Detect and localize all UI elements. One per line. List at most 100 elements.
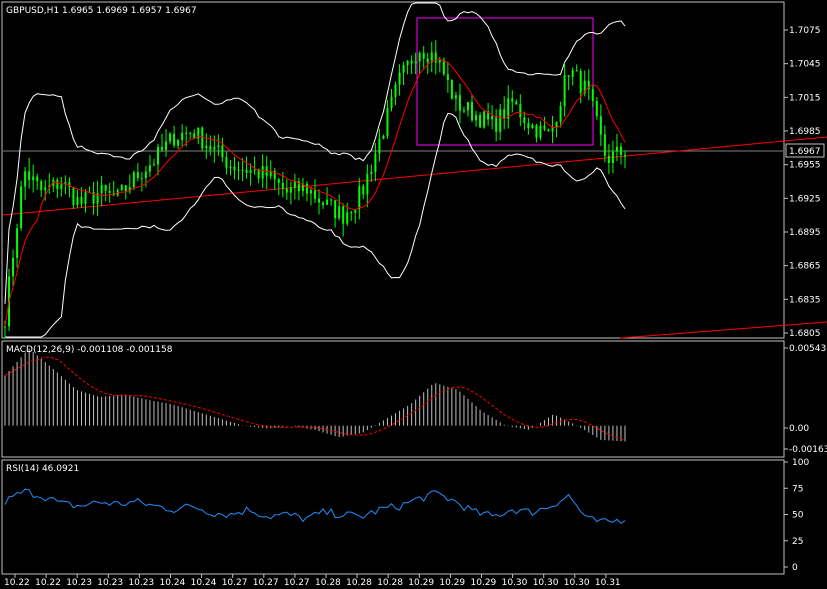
candle-body [418, 52, 421, 62]
candle-body [326, 199, 329, 205]
x-tick-label: 10.22 [4, 578, 30, 588]
candle-body [40, 181, 43, 191]
candle-body [406, 60, 409, 66]
candle-body [402, 65, 405, 73]
candle-body [394, 84, 397, 97]
candle-body [362, 185, 365, 195]
candle-body [334, 200, 337, 219]
candle-body [370, 171, 373, 175]
candle-body [217, 145, 220, 147]
candle-body [148, 165, 151, 172]
candle-body [221, 145, 224, 158]
candle-body [4, 326, 6, 328]
candle-body [426, 58, 429, 63]
candle-body [454, 95, 457, 99]
candle-body [72, 187, 75, 205]
candle-body [398, 72, 401, 85]
candle-body [462, 110, 465, 112]
candle-body [20, 186, 23, 229]
candle-body [591, 89, 594, 102]
candle-body [152, 164, 155, 166]
candle-body [80, 197, 83, 204]
x-tick-label: 10.30 [502, 578, 528, 588]
candle-body [535, 124, 538, 138]
x-tick-label: 10.23 [97, 578, 123, 588]
candle-body [619, 146, 622, 155]
candle-body [374, 153, 377, 172]
candle-body [475, 115, 478, 121]
rsi-y-tick-label: 75 [792, 484, 803, 494]
main-y-tick-label: 1.6925 [789, 194, 821, 204]
candle-body [422, 52, 425, 59]
candle-body [358, 185, 361, 210]
candle-body [205, 145, 208, 149]
candle-body [213, 146, 216, 150]
candle-body [285, 188, 288, 193]
candle-body [293, 181, 296, 188]
candle-body [519, 104, 522, 118]
candle-body [414, 61, 417, 64]
candle-body [169, 133, 172, 142]
x-tick-label: 10.23 [128, 578, 154, 588]
candle-body [515, 101, 518, 105]
x-tick-label: 10.23 [66, 578, 92, 588]
candle-body [124, 185, 127, 192]
candle-body [531, 124, 534, 129]
candle-body [173, 133, 176, 146]
chart-canvas: GBPUSD,H1 1.6965 1.6969 1.6957 1.6967 MA… [0, 0, 827, 589]
x-tick-label: 10.24 [191, 578, 217, 588]
candle-body [386, 108, 389, 136]
candle-body [177, 139, 180, 146]
x-tick-label: 10.22 [35, 578, 61, 588]
candle-body [44, 187, 47, 191]
candle-body [338, 206, 341, 219]
candle-body [305, 183, 308, 194]
candle-body [132, 172, 135, 188]
candle-body [539, 125, 542, 138]
main-y-tick-label: 1.6955 [789, 161, 821, 171]
main-y-tick-label: 1.6805 [789, 329, 821, 339]
candle-body [261, 166, 264, 179]
candle-body [120, 185, 123, 191]
candle-body [253, 169, 256, 171]
candle-body [446, 74, 449, 80]
x-tick-label: 10.29 [471, 578, 497, 588]
rsi-y-tick-label: 100 [792, 458, 809, 468]
candle-body [466, 102, 469, 111]
candle-body [314, 190, 316, 199]
candle-body [233, 166, 236, 171]
candle-body [165, 141, 168, 150]
main-y-tick-label: 1.6985 [789, 127, 821, 137]
x-tick-label: 10.29 [408, 578, 434, 588]
candle-body [624, 154, 626, 157]
candle-body [209, 145, 212, 150]
candle-body [136, 172, 139, 179]
candle-body [495, 116, 498, 132]
candle-body [249, 170, 252, 173]
macd-y-tick-label: 0.00 [789, 424, 809, 434]
main-y-tick-label: 1.6865 [789, 262, 821, 272]
candle-body [201, 127, 204, 149]
candle-body [16, 228, 19, 258]
candle-body [229, 166, 232, 168]
rsi-pane-title: RSI(14) 46.0921 [6, 464, 79, 474]
x-tick-label: 10.31 [595, 578, 621, 588]
candle-body [289, 187, 292, 193]
candle-body [156, 147, 159, 165]
candle-body [479, 115, 482, 128]
candle-body [571, 70, 574, 77]
candle-body [76, 197, 79, 205]
candle-body [555, 122, 558, 128]
candle-body [503, 109, 506, 119]
candle-body [611, 151, 614, 164]
candle-body [318, 198, 321, 203]
candle-body [108, 190, 111, 194]
rsi-y-tick-label: 25 [792, 537, 803, 547]
candle-body [32, 176, 35, 181]
candle-body [346, 212, 349, 224]
candle-body [523, 117, 526, 123]
candle-body [322, 202, 325, 205]
candle-body [60, 184, 63, 190]
candle-body [56, 179, 59, 190]
candle-body [595, 101, 598, 117]
